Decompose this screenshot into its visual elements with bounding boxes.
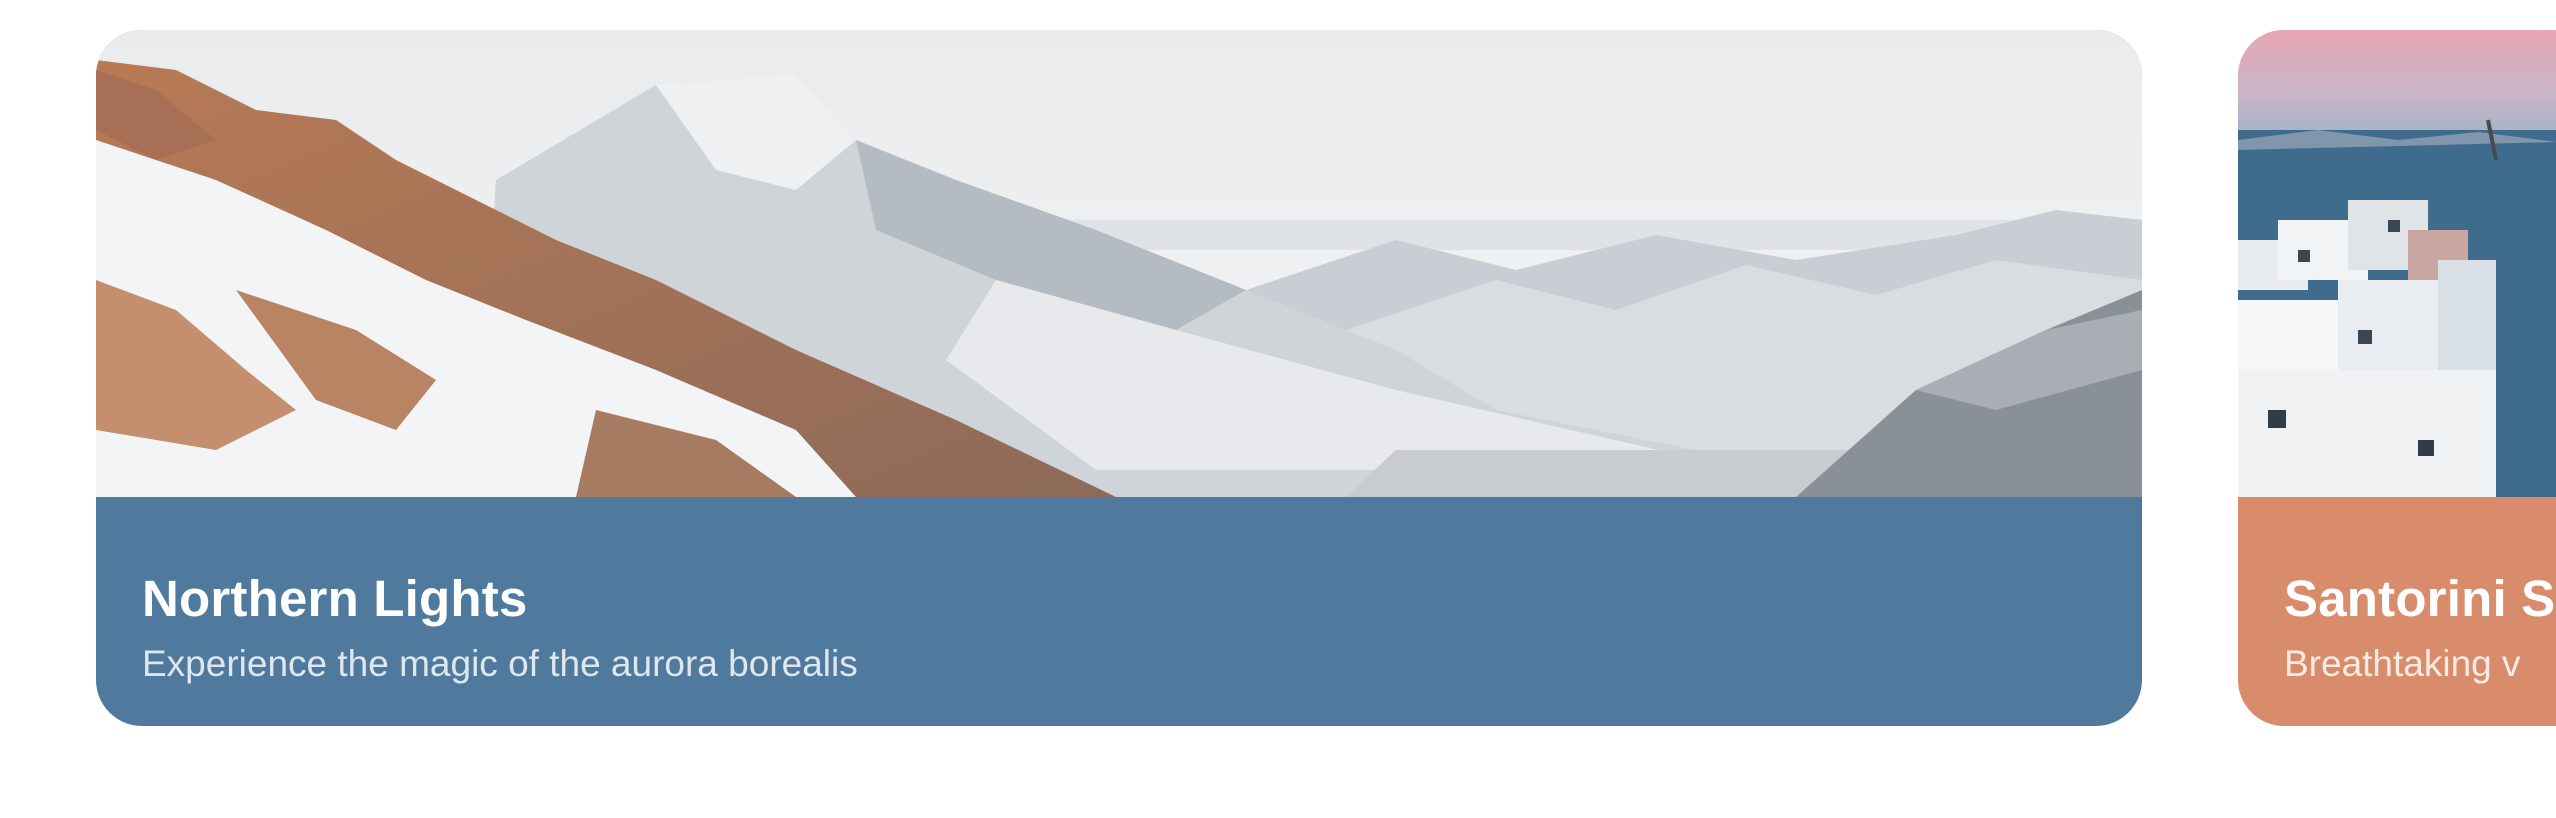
destination-card-santorini[interactable]: Santorini S Breathtaking v [2238, 30, 2556, 726]
card-title: Northern Lights [142, 570, 528, 627]
card-subtitle: Experience the magic of the aurora borea… [142, 643, 858, 684]
card-title: Santorini S [2284, 570, 2556, 627]
card-content: Santorini S Breathtaking v [2238, 497, 2556, 726]
card-subtitle: Breathtaking v [2284, 643, 2521, 684]
santorini-village-sunset-photo [2238, 30, 2556, 497]
destination-card-northern-lights[interactable]: Northern Lights Experience the magic of … [96, 30, 2142, 726]
destination-carousel[interactable]: Northern Lights Experience the magic of … [0, 0, 2556, 818]
card-content: Northern Lights Experience the magic of … [96, 497, 2142, 726]
snowy-mountain-range-photo [96, 30, 2142, 497]
